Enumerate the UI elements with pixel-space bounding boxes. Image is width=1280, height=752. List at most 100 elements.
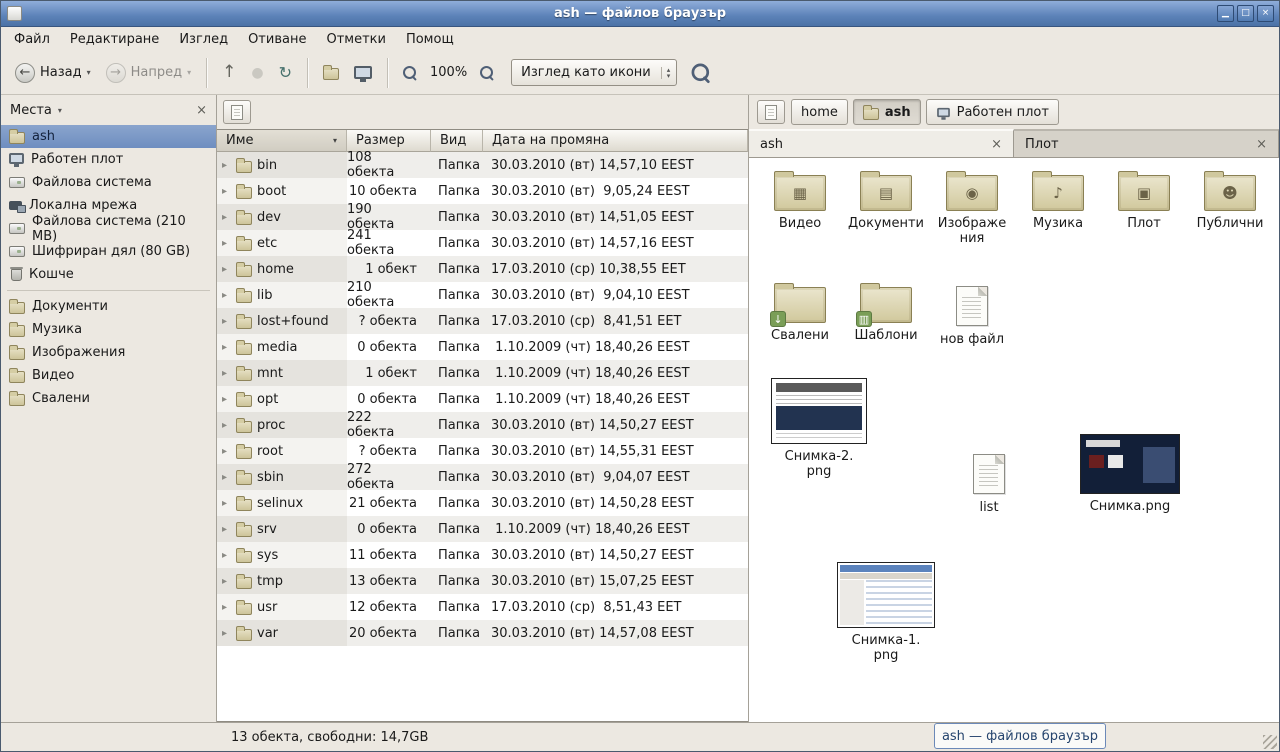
sidebar-item-documents[interactable]: Документи [1, 295, 216, 318]
column-header-2[interactable]: Вид [431, 130, 483, 152]
sidebar-close-icon[interactable]: × [196, 104, 207, 117]
file-row[interactable]: ▸home1 обектПапка17.03.2010 (ср) 10,38,5… [217, 256, 748, 282]
expander-icon[interactable]: ▸ [222, 550, 231, 561]
expander-icon[interactable]: ▸ [222, 602, 231, 613]
zoom-in-button[interactable] [474, 62, 500, 84]
minimize-button[interactable]: ▁ [1217, 5, 1234, 22]
menu-file[interactable]: Файл [5, 30, 59, 49]
sidebar-item-filesystem-210mb[interactable]: Файлова система (210 MB) [1, 217, 216, 240]
view-mode-select[interactable]: Изглед като икони ▴▾ [511, 59, 677, 86]
thumbnail-snimka[interactable]: Снимка.png [1075, 434, 1185, 515]
sidebar-item-music[interactable]: Музика [1, 318, 216, 341]
close-tab-icon[interactable]: × [1256, 138, 1267, 151]
file-row[interactable]: ▸sbin272 обектаПапка30.03.2010 (вт) 9,04… [217, 464, 748, 490]
pathbar-button-ash[interactable]: ash [853, 99, 921, 125]
icon-public[interactable]: ☻Публични [1187, 166, 1273, 247]
file-row[interactable]: ▸opt0 обектаПапка 1.10.2009 (чт) 18,40,2… [217, 386, 748, 412]
expander-icon[interactable]: ▸ [222, 186, 231, 197]
expander-icon[interactable]: ▸ [222, 342, 231, 353]
reload-button[interactable]: ↻ [273, 61, 298, 85]
pathbar-button-home[interactable]: home [791, 99, 848, 125]
location-toggle-button[interactable] [223, 100, 251, 124]
expander-icon[interactable]: ▸ [222, 576, 231, 587]
expander-icon[interactable]: ▸ [222, 160, 231, 171]
expander-icon[interactable]: ▸ [222, 472, 231, 483]
file-row[interactable]: ▸etc241 обектаПапка30.03.2010 (вт) 14,57… [217, 230, 748, 256]
file-row[interactable]: ▸bin108 обектаПапка30.03.2010 (вт) 14,57… [217, 152, 748, 178]
sidebar-item-ash[interactable]: ash [1, 125, 216, 148]
menu-help[interactable]: Помощ [397, 30, 463, 49]
file-row[interactable]: ▸mnt1 обектПапка 1.10.2009 (чт) 18,40,26… [217, 360, 748, 386]
close-button[interactable]: × [1257, 5, 1274, 22]
sidebar-item-downloads[interactable]: Свалени [1, 387, 216, 410]
thumbnail-list[interactable]: list [955, 446, 1023, 516]
pathbar-root-button[interactable] [757, 100, 785, 124]
icon-music[interactable]: ♪Музика [1015, 166, 1101, 247]
computer-button[interactable] [348, 62, 378, 83]
expander-icon[interactable]: ▸ [222, 420, 231, 431]
file-row[interactable]: ▸dev190 обектаПапка30.03.2010 (вт) 14,51… [217, 204, 748, 230]
titlebar[interactable]: ash — файлов браузър ▁ □ × [1, 1, 1279, 27]
menu-go[interactable]: Отиване [239, 30, 315, 49]
search-button[interactable] [680, 62, 714, 84]
file-row[interactable]: ▸var20 обектаПапка30.03.2010 (вт) 14,57,… [217, 620, 748, 646]
column-header-0[interactable]: Име▾ [217, 130, 347, 152]
sidebar-item-filesystem[interactable]: Файлова система [1, 171, 216, 194]
file-row[interactable]: ▸tmp13 обектаПапка30.03.2010 (вт) 15,07,… [217, 568, 748, 594]
taskbar-window-button[interactable]: ash — файлов браузър [934, 723, 1106, 749]
expander-icon[interactable]: ▸ [222, 212, 231, 223]
thumbnail-snimka-1[interactable]: Снимка-1.png [831, 562, 941, 664]
expander-icon[interactable]: ▸ [222, 290, 231, 301]
resize-grip[interactable] [1263, 735, 1277, 749]
icon-documents[interactable]: ▤Документи [843, 166, 929, 247]
column-header-3[interactable]: Дата на промяна [483, 130, 748, 152]
file-row[interactable]: ▸srv0 обектаПапка 1.10.2009 (чт) 18,40,2… [217, 516, 748, 542]
icon-downloads[interactable]: ↓Свалени [757, 278, 843, 348]
column-header-1[interactable]: Размер [347, 130, 431, 152]
file-row[interactable]: ▸sys11 обектаПапка30.03.2010 (вт) 14,50,… [217, 542, 748, 568]
file-row[interactable]: ▸boot10 обектаПапка30.03.2010 (вт) 9,05,… [217, 178, 748, 204]
file-row[interactable]: ▸media0 обектаПапка 1.10.2009 (чт) 18,40… [217, 334, 748, 360]
sidebar-item-desktop[interactable]: Работен плот [1, 148, 216, 171]
sidebar-item-encrypted-80gb[interactable]: Шифриран дял (80 GB) [1, 240, 216, 263]
icon-canvas[interactable]: ▦Видео▤Документи◉Изображения♪Музика▣Плот… [749, 157, 1279, 722]
expander-icon[interactable]: ▸ [222, 524, 231, 535]
tab-ash[interactable]: ash× [749, 129, 1014, 157]
tab-plot[interactable]: Плот× [1014, 129, 1279, 157]
expander-icon[interactable]: ▸ [222, 264, 231, 275]
pathbar-button-desktop[interactable]: Работен плот [926, 99, 1059, 125]
file-row[interactable]: ▸selinux21 обектаПапка30.03.2010 (вт) 14… [217, 490, 748, 516]
stop-button[interactable]: ● [245, 62, 269, 84]
back-button[interactable]: ← Назад ▾ [9, 59, 97, 87]
forward-button[interactable]: → Напред ▾ [100, 59, 198, 87]
file-row[interactable]: ▸proc222 обектаПапка30.03.2010 (вт) 14,5… [217, 412, 748, 438]
zoom-out-button[interactable] [397, 62, 423, 84]
sidebar-item-pictures[interactable]: Изображения [1, 341, 216, 364]
icon-desktop[interactable]: ▣Плот [1101, 166, 1187, 247]
icon-pictures[interactable]: ◉Изображения [929, 166, 1015, 247]
expander-icon[interactable]: ▸ [222, 316, 231, 327]
icon-new-file[interactable]: нов файл [929, 278, 1015, 348]
expander-icon[interactable]: ▸ [222, 628, 231, 639]
menu-bookmarks[interactable]: Отметки [317, 30, 394, 49]
expander-icon[interactable]: ▸ [222, 498, 231, 509]
menu-edit[interactable]: Редактиране [61, 30, 168, 49]
file-row[interactable]: ▸lib210 обектаПапка30.03.2010 (вт) 9,04,… [217, 282, 748, 308]
expander-icon[interactable]: ▸ [222, 368, 231, 379]
sidebar-item-trash[interactable]: Кошче [1, 263, 216, 286]
sidebar-dropdown-icon[interactable]: ▾ [58, 106, 62, 115]
sidebar-item-videos[interactable]: Видео [1, 364, 216, 387]
thumbnail-snimka-2[interactable]: Снимка-2.png [767, 378, 871, 480]
icon-templates[interactable]: ▥Шаблони [843, 278, 929, 348]
file-row[interactable]: ▸lost+found? обектаПапка17.03.2010 (ср) … [217, 308, 748, 334]
sidebar-title[interactable]: Места [10, 103, 52, 118]
home-button[interactable] [317, 61, 345, 84]
up-button[interactable]: ↑ [216, 60, 242, 85]
expander-icon[interactable]: ▸ [222, 394, 231, 405]
file-row[interactable]: ▸usr12 обектаПапка17.03.2010 (ср) 8,51,4… [217, 594, 748, 620]
file-row[interactable]: ▸root? обектаПапка30.03.2010 (вт) 14,55,… [217, 438, 748, 464]
icon-videos[interactable]: ▦Видео [757, 166, 843, 247]
expander-icon[interactable]: ▸ [222, 238, 231, 249]
menu-view[interactable]: Изглед [170, 30, 237, 49]
view-mode-spinner-icon[interactable]: ▴▾ [661, 67, 671, 79]
